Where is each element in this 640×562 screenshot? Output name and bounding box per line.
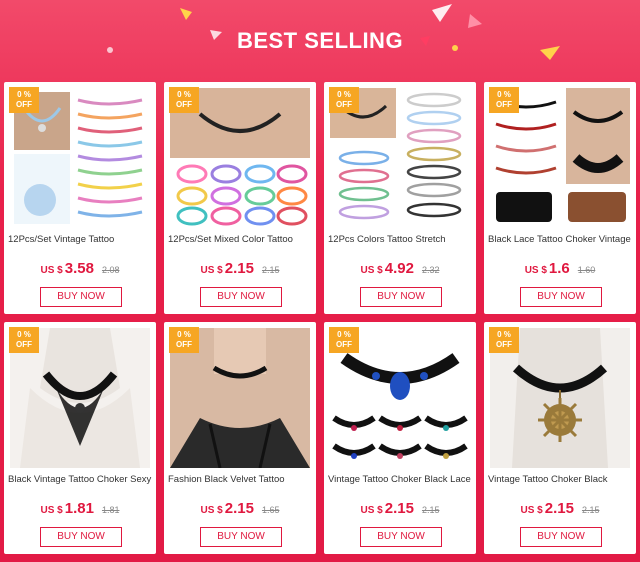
badge-off: OFF xyxy=(176,340,192,349)
product-name[interactable]: Black Vintage Tattoo Choker Sexy xyxy=(8,474,156,488)
badge-percent: 0 % xyxy=(17,330,31,339)
original-price: 1.81 xyxy=(101,505,120,515)
buy-now-button[interactable]: BUY NOW xyxy=(40,527,122,547)
currency-label: US $ xyxy=(200,505,223,516)
buy-now-button[interactable]: BUY NOW xyxy=(40,287,122,307)
original-price: 1.65 xyxy=(261,505,280,515)
currency-label: US $ xyxy=(40,265,63,276)
currency-label: US $ xyxy=(200,265,223,276)
buy-now-button[interactable]: BUY NOW xyxy=(520,527,602,547)
discount-badge: 0 % OFF xyxy=(169,87,199,113)
badge-percent: 0 % xyxy=(497,330,511,339)
product-price: 2.15 xyxy=(544,500,574,517)
badge-off: OFF xyxy=(496,100,512,109)
product-name[interactable]: 12Pcs/Set Mixed Color Tattoo xyxy=(168,234,316,248)
original-price: 2.15 xyxy=(261,265,280,275)
badge-percent: 0 % xyxy=(497,90,511,99)
buy-now-button[interactable]: BUY NOW xyxy=(520,287,602,307)
badge-off: OFF xyxy=(496,340,512,349)
product-price: 4.92 xyxy=(384,260,414,277)
product-card[interactable]: 0 % OFF xyxy=(324,322,476,554)
product-name[interactable]: Vintage Tattoo Choker Black xyxy=(488,474,636,488)
currency-label: US $ xyxy=(360,265,383,276)
discount-badge: 0 % OFF xyxy=(9,327,39,353)
original-price: 2.15 xyxy=(581,505,600,515)
product-price: 2.15 xyxy=(224,500,254,517)
discount-badge: 0 % OFF xyxy=(489,327,519,353)
product-name[interactable]: Vintage Tattoo Choker Black Lace xyxy=(328,474,476,488)
currency-label: US $ xyxy=(360,505,383,516)
discount-badge: 0 % OFF xyxy=(489,87,519,113)
product-price: 2.15 xyxy=(384,500,414,517)
product-name[interactable]: 12Pcs/Set Vintage Tattoo xyxy=(8,234,156,248)
badge-percent: 0 % xyxy=(177,90,191,99)
badge-off: OFF xyxy=(176,100,192,109)
product-price: 3.58 xyxy=(64,260,94,277)
product-card[interactable]: 0 % OFF Black Vintage Tattoo Choker Sexy… xyxy=(4,322,156,554)
product-card[interactable]: 0 % OFF Fashion Black Velvet Tattoo US $… xyxy=(164,322,316,554)
discount-badge: 0 % OFF xyxy=(329,87,359,113)
product-name[interactable]: Black Lace Tattoo Choker Vintage xyxy=(488,234,636,248)
currency-label: US $ xyxy=(40,505,63,516)
price-row: US $2.15 2.15 xyxy=(324,500,476,518)
original-price: 1.60 xyxy=(577,265,596,275)
buy-now-button[interactable]: BUY NOW xyxy=(360,287,442,307)
badge-off: OFF xyxy=(336,100,352,109)
product-card[interactable]: 0 % OFF xyxy=(324,82,476,314)
product-card[interactable]: 0 % OFF xyxy=(4,82,156,314)
price-row: US $4.92 2.32 xyxy=(324,260,476,278)
original-price: 2.15 xyxy=(421,505,440,515)
buy-now-button[interactable]: BUY NOW xyxy=(200,527,282,547)
currency-label: US $ xyxy=(524,265,547,276)
buy-now-button[interactable]: BUY NOW xyxy=(360,527,442,547)
product-name[interactable]: Fashion Black Velvet Tattoo xyxy=(168,474,316,488)
discount-badge: 0 % OFF xyxy=(9,87,39,113)
product-name[interactable]: 12Pcs Colors Tattoo Stretch xyxy=(328,234,476,248)
buy-now-button[interactable]: BUY NOW xyxy=(200,287,282,307)
discount-badge: 0 % OFF xyxy=(329,327,359,353)
product-card[interactable]: 0 % OFF Black Lace Tattoo Choker Vintage xyxy=(484,82,636,314)
currency-label: US $ xyxy=(520,505,543,516)
product-price: 1.6 xyxy=(548,260,570,277)
product-price: 1.81 xyxy=(64,500,94,517)
price-row: US $1.6 1.60 xyxy=(484,260,636,278)
badge-off: OFF xyxy=(16,100,32,109)
original-price: 2.32 xyxy=(421,265,440,275)
price-row: US $2.15 2.15 xyxy=(484,500,636,518)
price-row: US $3.58 2.08 xyxy=(4,260,156,278)
original-price: 2.08 xyxy=(101,265,120,275)
badge-off: OFF xyxy=(16,340,32,349)
badge-percent: 0 % xyxy=(17,90,31,99)
section-title: BEST SELLING xyxy=(236,28,404,53)
product-grid: 0 % OFF 12Pcs/Set Vintage Tattoo US $ 3.… xyxy=(4,82,636,554)
badge-percent: 0 % xyxy=(337,330,351,339)
product-price: 2.15 xyxy=(224,260,254,277)
product-card[interactable]: 0 % OFF xyxy=(164,82,316,314)
badge-off: OFF xyxy=(336,340,352,349)
badge-percent: 0 % xyxy=(177,330,191,339)
badge-percent: 0 % xyxy=(337,90,351,99)
discount-badge: 0 % OFF xyxy=(169,327,199,353)
price-row: US $2.15 2.15 xyxy=(164,260,316,278)
price-row: US $2.15 1.65 xyxy=(164,500,316,518)
price-row: US $1.81 1.81 xyxy=(4,500,156,518)
product-card[interactable]: 0 % OFF Vintage Tattoo Choker Black US $… xyxy=(484,322,636,554)
